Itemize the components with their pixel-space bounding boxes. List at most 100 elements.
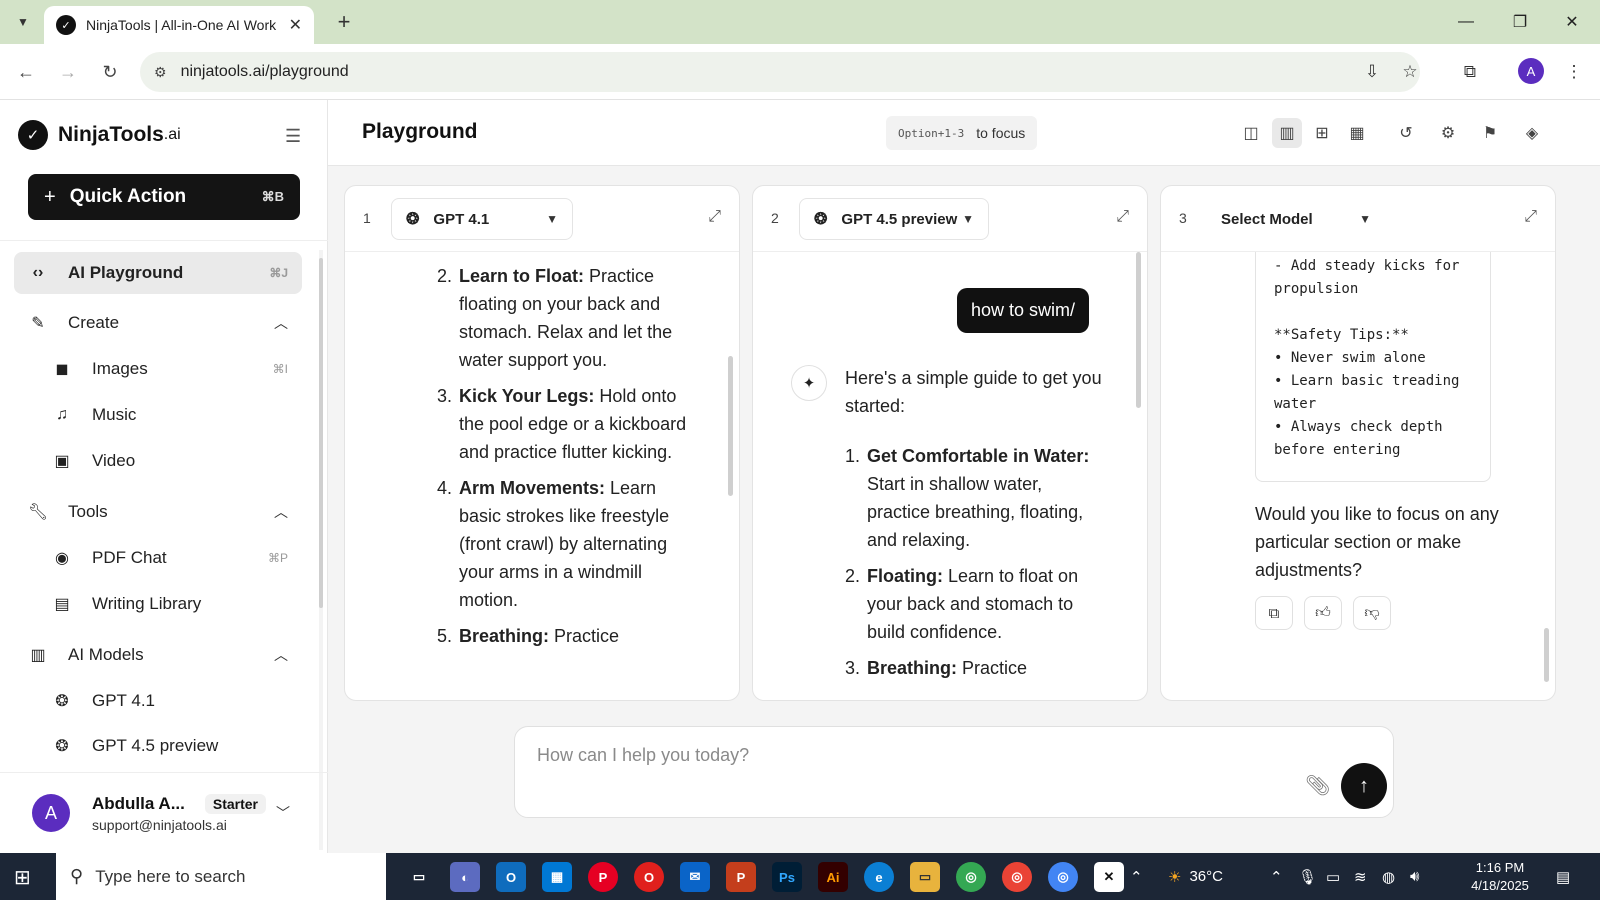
powerpoint-icon[interactable]: P [726, 862, 756, 892]
profile-avatar[interactable]: A [1518, 58, 1544, 84]
layout-single-icon[interactable]: ◫ [1236, 118, 1266, 148]
restore-icon[interactable]: ❐ [1500, 8, 1540, 36]
model-select[interactable]: ❂ GPT 4.1 ▼ [391, 198, 573, 240]
sidebar-item-gpt-4-1[interactable]: ❂ GPT 4.1 [44, 680, 302, 722]
sidebar-item-label: AI Playground [68, 263, 184, 282]
back-icon[interactable]: ← [12, 58, 40, 86]
copy-icon[interactable]: ⧉ [1255, 596, 1293, 630]
paperclip-icon[interactable]: 📎︎ [1305, 773, 1330, 798]
panel-header: 3 Select Model ▼ ⤢ [1161, 186, 1555, 252]
library-icon: ▤ [54, 596, 70, 613]
new-tab-icon[interactable]: + [330, 8, 358, 36]
menu-toggle-icon[interactable]: ☰ [285, 126, 301, 147]
prompt-input[interactable] [537, 745, 1277, 766]
sidebar-section-create[interactable]: ✎ Create ︿ [14, 302, 302, 344]
extensions-icon[interactable]: ⧉ [1456, 58, 1484, 86]
sidebar-item-music[interactable]: ♫ Music [44, 394, 302, 436]
close-window-icon[interactable]: ✕ [1552, 8, 1592, 36]
sidebar-section-tools[interactable]: 🔧︎ Tools ︿ [14, 491, 302, 533]
layout-three-column-icon[interactable]: ▥ [1272, 118, 1302, 148]
install-app-icon[interactable]: ⇩ [1358, 58, 1386, 86]
sidebar-item-label: Images [92, 359, 148, 378]
task-view-icon[interactable]: ▭ [404, 862, 434, 892]
layout-grid-icon[interactable]: ⊞ [1307, 118, 1337, 148]
opera-icon[interactable]: O [634, 862, 664, 892]
model-select[interactable]: ❂ GPT 4.5 preview ▼ [799, 198, 989, 240]
windows-start-icon[interactable]: ⊞ [14, 865, 31, 890]
photoshop-icon[interactable]: Ps [772, 862, 802, 892]
sidebar-item-label: Music [92, 405, 137, 424]
chrome-icon[interactable]: ◎ [956, 862, 986, 892]
store-icon[interactable]: ▦ [542, 862, 572, 892]
mail-icon[interactable]: ✉ [680, 862, 710, 892]
capcut-icon[interactable]: ✕ [1094, 862, 1124, 892]
expand-icon[interactable]: ⤢ [1524, 208, 1537, 226]
chrome-menu-icon[interactable]: ⋮ [1560, 58, 1588, 86]
bookmark-star-icon[interactable]: ☆ [1396, 58, 1424, 86]
chevron-up-icon: ︿ [274, 647, 288, 663]
quick-action-button[interactable]: + Quick Action ⌘B [28, 174, 300, 220]
forward-icon[interactable]: → [54, 58, 82, 86]
tray-chevron-icon[interactable]: ⌃ [1270, 853, 1283, 900]
chrome-profile-icon[interactable]: ◎ [1002, 862, 1032, 892]
reload-icon[interactable]: ↻ [96, 58, 124, 86]
brand-logo[interactable]: ✓ NinjaTools .ai [18, 120, 181, 150]
wifi-icon[interactable]: ≋ [1354, 853, 1367, 900]
list-item: 2. Learn to Float: Practice floating on y… [437, 262, 687, 374]
tray-overflow-icon[interactable]: ⌃ [1130, 853, 1143, 900]
sidebar-item-ai-playground[interactable]: ‹› AI Playground ⌘J [14, 252, 302, 294]
chevron-down-icon: ▼ [1359, 212, 1371, 226]
feedback-icon[interactable]: ⚑ [1475, 118, 1505, 148]
panel-header: 1 ❂ GPT 4.1 ▼ ⤢ [345, 186, 739, 252]
tab-search-icon[interactable]: ▼ [8, 8, 38, 36]
panel-body: - Add steady kicks for propulsion **Safe… [1161, 252, 1555, 700]
discord-icon[interactable]: ◈ [1517, 118, 1547, 148]
layout-grid-six-icon[interactable]: ▦ [1342, 118, 1372, 148]
reset-icon[interactable]: ↺ [1391, 118, 1421, 148]
send-button[interactable]: ↑ [1341, 763, 1387, 809]
pinterest-icon[interactable]: P [588, 862, 618, 892]
panel-scrollbar[interactable] [1136, 252, 1141, 408]
outlook-icon[interactable]: O [496, 862, 526, 892]
illustrator-icon[interactable]: Ai [818, 862, 848, 892]
thumbs-up-icon[interactable]: 👍︎ [1304, 596, 1342, 630]
expand-icon[interactable]: ⤢ [708, 208, 721, 226]
sidebar-item-gpt-4-5-preview[interactable]: ❂ GPT 4.5 preview [44, 726, 302, 766]
panel-scrollbar[interactable] [1544, 628, 1549, 682]
sidebar-section-ai-models[interactable]: ▥ AI Models ︿ [14, 634, 302, 676]
chrome-active-icon[interactable]: ◎ [1048, 862, 1078, 892]
sidebar-item-video[interactable]: ▣ Video [44, 440, 302, 482]
step-title: Floating: [867, 566, 943, 586]
tab-close-icon[interactable]: ✕ [289, 15, 302, 35]
step-text: Practice [549, 626, 620, 646]
expand-icon[interactable]: ⤢ [1116, 208, 1129, 226]
microphone-icon[interactable]: 🎙︎ [1298, 853, 1317, 900]
user-account[interactable]: A Abdulla A... Starter support@ninjatool… [0, 772, 328, 853]
shortcut-label: ⌘I [272, 362, 288, 376]
file-explorer-icon[interactable]: ▭ [910, 862, 940, 892]
panel-scrollbar[interactable] [728, 356, 733, 496]
model-select[interactable]: Select Model ▼ [1207, 198, 1385, 240]
battery-icon[interactable]: ▭ [1326, 853, 1340, 900]
step-number: 3. [845, 658, 861, 678]
address-bar[interactable]: ⚙ ninjatools.ai/playground [140, 52, 1420, 92]
volume-icon[interactable]: 🔊︎ [1410, 853, 1419, 900]
edge-icon[interactable]: e [864, 862, 894, 892]
browser-tab[interactable]: ✓ NinjaTools | All-in-One AI Work ✕ [44, 6, 314, 44]
site-info-icon[interactable]: ⚙ [154, 64, 167, 81]
chevron-down-icon[interactable]: ﹀ [276, 803, 290, 823]
browser-tab-strip: ▼ ✓ NinjaTools | All-in-One AI Work ✕ + … [0, 0, 1600, 44]
sidebar-item-pdf-chat[interactable]: ◉ PDF Chat ⌘P [44, 537, 302, 579]
copilot-icon[interactable]: ◐ [450, 862, 480, 892]
sidebar-scroll-thumb[interactable] [319, 258, 323, 608]
sidebar-item-writing-library[interactable]: ▤ Writing Library [44, 583, 302, 625]
system-clock[interactable]: 1:16 PM 4/18/2025 [1460, 859, 1540, 895]
notifications-icon[interactable]: ▤ [1556, 853, 1570, 900]
sidebar-item-images[interactable]: ◼ Images ⌘I [44, 348, 302, 390]
minimize-icon[interactable]: — [1446, 8, 1486, 36]
taskbar-search[interactable]: ⚲ Type here to search [56, 853, 386, 900]
network-icon[interactable]: ◍ [1382, 853, 1395, 900]
weather-widget[interactable]: ☀ 36°C [1168, 853, 1223, 900]
thumbs-down-icon[interactable]: 👎︎ [1353, 596, 1391, 630]
settings-gear-icon[interactable]: ⚙ [1433, 118, 1463, 148]
